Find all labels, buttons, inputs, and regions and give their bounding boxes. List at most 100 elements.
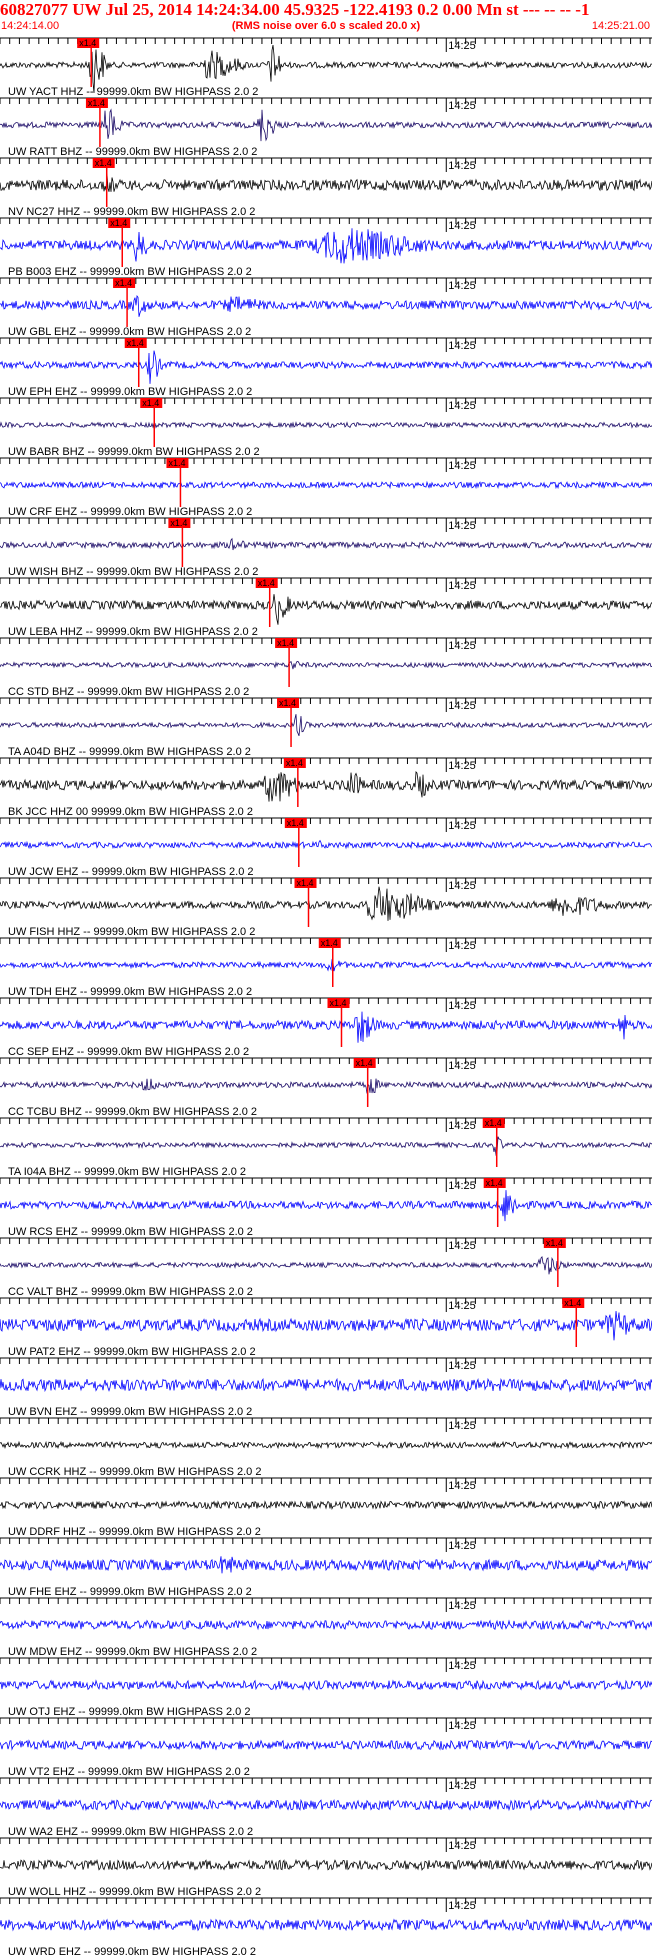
waveform-trace: [0, 1311, 652, 1341]
station-label: UW WOLL HHZ -- 99999.0km BW HIGHPASS 2.0…: [8, 1886, 261, 1898]
minute-label: 14:25: [448, 820, 476, 832]
waveform-trace: [0, 1255, 652, 1275]
station-label: PB B003 EHZ -- 99999.0km BW HIGHPASS 2.0…: [8, 266, 252, 278]
minute-label: 14:25: [448, 1360, 476, 1372]
waveform-trace: [0, 594, 652, 625]
waveform-trace: [0, 1679, 652, 1691]
minute-label: 14:25: [448, 40, 476, 52]
pick-label: x1.4: [297, 878, 314, 888]
station-label: UW LEBA HHZ -- 99999.0km BW HIGHPASS 2.0…: [8, 626, 258, 638]
waveform-trace: [0, 1377, 652, 1393]
minute-label: 14:25: [448, 400, 476, 412]
station-label: UW CRF EHZ -- 99999.0km BW HIGHPASS 2.0 …: [8, 506, 252, 518]
pick-label: x1.4: [356, 1058, 373, 1068]
station-label: UW WISH BHZ -- 99999.0km BW HIGHPASS 2.0…: [8, 566, 258, 578]
pick-label: x1.4: [88, 98, 105, 108]
waveform-trace: [0, 1556, 652, 1574]
minute-label: 14:25: [448, 640, 476, 652]
station-label: UW VT2 EHZ -- 99999.0km BW HIGHPASS 2.0 …: [8, 1766, 250, 1778]
pick-label: x1.4: [329, 998, 346, 1008]
minute-label: 14:25: [448, 1300, 476, 1312]
minute-label: 14:25: [448, 1660, 476, 1672]
pick-label: x1.4: [258, 578, 275, 588]
station-label: UW BVN EHZ -- 99999.0km BW HIGHPASS 2.0 …: [8, 1406, 252, 1418]
scale-note: (RMS noise over 6.0 s scaled 20.0 x): [231, 20, 421, 32]
minute-label: 14:25: [448, 1120, 476, 1132]
station-label: UW JCW EHZ -- 99999.0km BW HIGHPASS 2.0 …: [8, 866, 254, 878]
station-label: CC TCBU BHZ -- 99999.0km BW HIGHPASS 2.0…: [8, 1106, 257, 1118]
pick-label: x1.4: [485, 1118, 502, 1128]
station-label: UW MDW EHZ -- 99999.0km BW HIGHPASS 2.0 …: [8, 1646, 257, 1658]
station-label: UW YACT HHZ -- 99999.0km BW HIGHPASS 2.0…: [8, 86, 258, 98]
minute-label: 14:25: [448, 160, 476, 172]
pick-label: x1.4: [170, 518, 187, 528]
station-label: UW FHE EHZ -- 99999.0km BW HIGHPASS 2.0 …: [8, 1586, 252, 1598]
station-label: UW PAT2 EHZ -- 99999.0km BW HIGHPASS 2.0…: [8, 1346, 256, 1358]
station-label: UW GBL EHZ -- 99999.0km BW HIGHPASS 2.0 …: [8, 326, 251, 338]
minute-label: 14:25: [448, 1540, 476, 1552]
minute-label: 14:25: [448, 280, 476, 292]
station-label: UW RCS EHZ -- 99999.0km BW HIGHPASS 2.0 …: [8, 1226, 253, 1238]
minute-label: 14:25: [448, 1840, 476, 1852]
station-label: CC VALT BHZ -- 99999.0km BW HIGHPASS 2.0…: [8, 1286, 253, 1298]
waveform-trace: [0, 660, 652, 670]
minute-label: 14:25: [448, 520, 476, 532]
station-label: CC SEP EHZ -- 99999.0km BW HIGHPASS 2.0 …: [8, 1046, 249, 1058]
waveform-trace: [0, 108, 652, 142]
station-label: UW RATT BHZ -- 99999.0km BW HIGHPASS 2.0…: [8, 146, 257, 158]
minute-label: 14:25: [448, 460, 476, 472]
station-label: TA I04A BHZ -- 99999.0km BW HIGHPASS 2.0…: [8, 1166, 246, 1178]
station-label: TA A04D BHZ -- 99999.0km BW HIGHPASS 2.0…: [8, 746, 251, 758]
minute-label: 14:25: [448, 1900, 476, 1912]
minute-label: 14:25: [448, 340, 476, 352]
waveform-trace: [0, 886, 652, 921]
waveform-trace: [0, 421, 652, 429]
pick-label: x1.4: [486, 1178, 503, 1188]
waveform-trace: [0, 1190, 652, 1222]
pick-label: x1.4: [142, 398, 159, 408]
waveform-trace: [0, 958, 652, 972]
pick-label: x1.4: [277, 638, 294, 648]
minute-label: 14:25: [448, 1480, 476, 1492]
waveform-trace: [0, 839, 652, 850]
pick-label: x1.4: [79, 38, 96, 48]
waveform-trace: [0, 771, 652, 802]
minute-label: 14:25: [448, 1420, 476, 1432]
waveform-trace: [0, 1136, 652, 1156]
pick-label: x1.4: [110, 218, 127, 228]
minute-label: 14:25: [448, 100, 476, 112]
pick-label: x1.4: [95, 158, 112, 168]
minute-label: 14:25: [448, 1600, 476, 1612]
minute-label: 14:25: [448, 1780, 476, 1792]
seismogram-plot: 14:25x1.4UW YACT HHZ -- 99999.0km BW HIG…: [0, 37, 652, 1958]
station-label: UW OTJ EHZ -- 99999.0km BW HIGHPASS 2.0 …: [8, 1706, 250, 1718]
waveform-trace: [0, 1918, 652, 1932]
pick-label: x1.4: [564, 1298, 581, 1308]
station-label: CC STD BHZ -- 99999.0km BW HIGHPASS 2.0 …: [8, 686, 249, 698]
waveform-trace: [0, 537, 652, 551]
minute-label: 14:25: [448, 220, 476, 232]
pick-label: x1.4: [286, 758, 303, 768]
waveform-trace: [0, 1078, 652, 1094]
pick-label: x1.4: [279, 698, 296, 708]
waveform-trace: [0, 714, 652, 737]
waveform-trace: [0, 1619, 652, 1631]
station-label: BK JCC HHZ 00 99999.0km BW HIGHPASS 2.0 …: [8, 806, 253, 818]
pick-label: x1.4: [127, 338, 144, 348]
minute-label: 14:25: [448, 580, 476, 592]
station-label: NV NC27 HHZ -- 99999.0km BW HIGHPASS 2.0…: [8, 206, 255, 218]
waveform-trace: [0, 1440, 652, 1450]
station-label: UW WRD EHZ -- 99999.0km BW HIGHPASS 2.0 …: [8, 1946, 256, 1958]
station-label: UW FISH HHZ -- 99999.0km BW HIGHPASS 2.0…: [8, 926, 255, 938]
pick-label: x1.4: [287, 818, 304, 828]
minute-label: 14:25: [448, 1180, 476, 1192]
station-label: UW DDRF HHZ -- 99999.0km BW HIGHPASS 2.0…: [8, 1526, 261, 1538]
pick-label: x1.4: [115, 278, 132, 288]
minute-label: 14:25: [448, 1240, 476, 1252]
station-label: UW TDH EHZ -- 99999.0km BW HIGHPASS 2.0 …: [8, 986, 252, 998]
waveform-trace: [0, 1798, 652, 1812]
minute-label: 14:25: [448, 1000, 476, 1012]
waveform-trace: [0, 1739, 652, 1751]
minute-label: 14:25: [448, 1060, 476, 1072]
pick-label: x1.4: [168, 458, 185, 468]
